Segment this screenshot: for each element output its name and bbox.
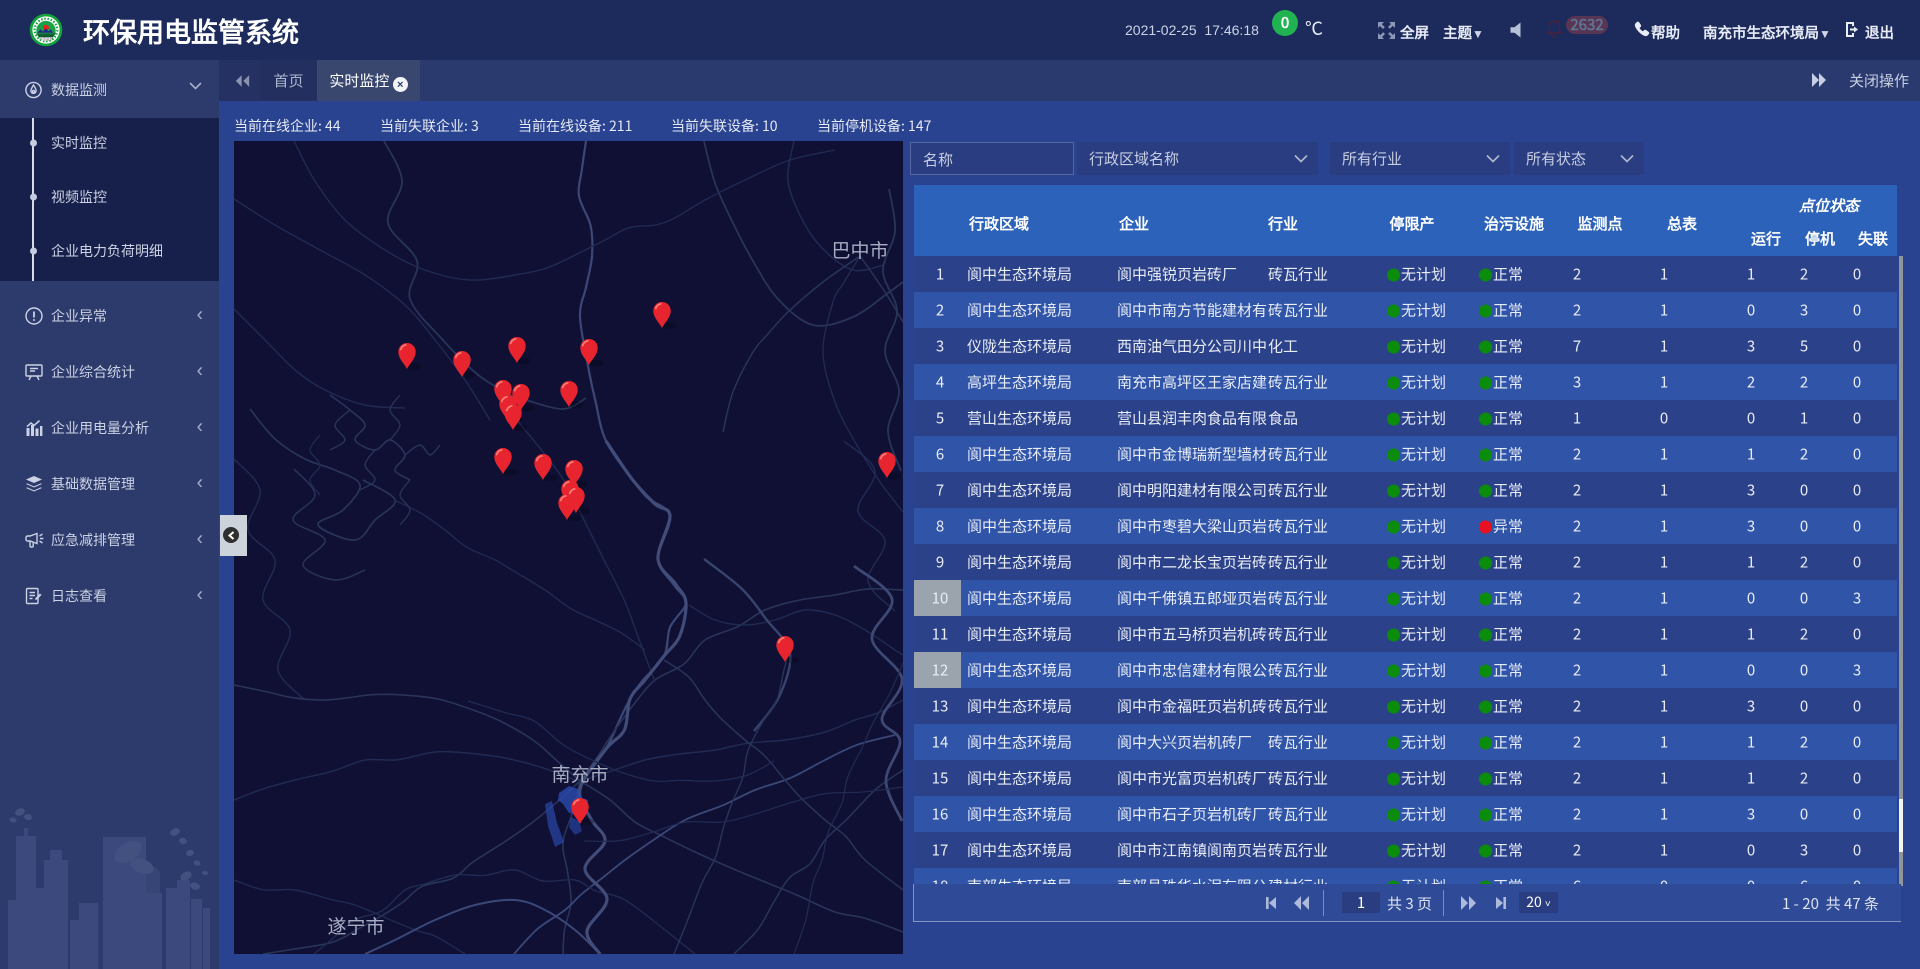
svg-text:遂宁市: 遂宁市	[327, 912, 384, 939]
svg-text:南充市: 南充市	[551, 760, 608, 787]
svg-text:巴中市: 巴中市	[831, 236, 888, 263]
svg-text:环境监测: 环境监测	[39, 36, 53, 41]
